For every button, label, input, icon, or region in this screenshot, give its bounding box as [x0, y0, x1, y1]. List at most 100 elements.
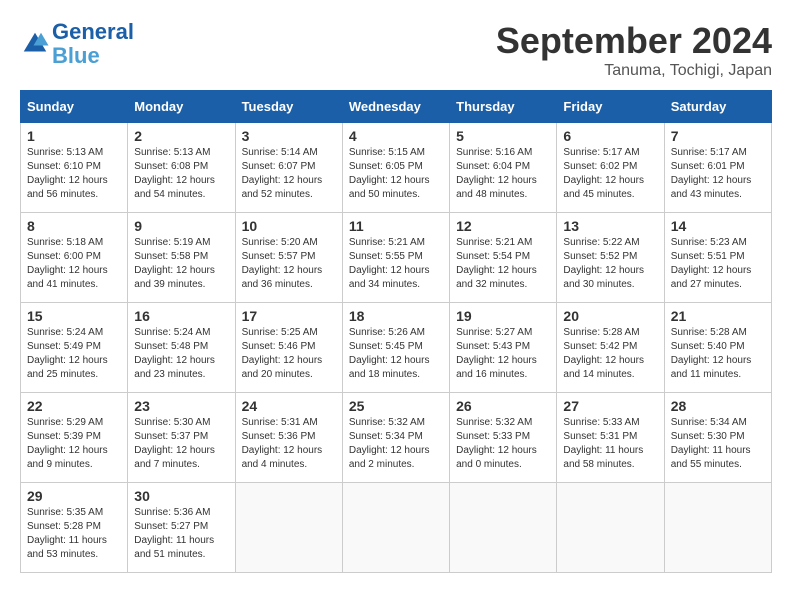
col-wednesday: Wednesday	[342, 91, 449, 123]
table-row: 1 Sunrise: 5:13 AMSunset: 6:10 PMDayligh…	[21, 123, 772, 213]
calendar-cell: 13 Sunrise: 5:22 AMSunset: 5:52 PMDaylig…	[557, 213, 664, 303]
table-row: 22 Sunrise: 5:29 AMSunset: 5:39 PMDaylig…	[21, 393, 772, 483]
calendar-cell: 24 Sunrise: 5:31 AMSunset: 5:36 PMDaylig…	[235, 393, 342, 483]
day-number: 18	[349, 308, 443, 324]
calendar-cell: 16 Sunrise: 5:24 AMSunset: 5:48 PMDaylig…	[128, 303, 235, 393]
day-number: 11	[349, 218, 443, 234]
calendar-cell: 10 Sunrise: 5:20 AMSunset: 5:57 PMDaylig…	[235, 213, 342, 303]
calendar-table: Sunday Monday Tuesday Wednesday Thursday…	[20, 90, 772, 573]
table-row: 8 Sunrise: 5:18 AMSunset: 6:00 PMDayligh…	[21, 213, 772, 303]
day-number: 9	[134, 218, 228, 234]
day-number: 7	[671, 128, 765, 144]
day-info: Sunrise: 5:22 AMSunset: 5:52 PMDaylight:…	[563, 236, 657, 292]
day-number: 22	[27, 398, 121, 414]
calendar-cell: 12 Sunrise: 5:21 AMSunset: 5:54 PMDaylig…	[450, 213, 557, 303]
day-number: 3	[242, 128, 336, 144]
day-info: Sunrise: 5:25 AMSunset: 5:46 PMDaylight:…	[242, 326, 336, 382]
calendar-cell: 26 Sunrise: 5:32 AMSunset: 5:33 PMDaylig…	[450, 393, 557, 483]
day-info: Sunrise: 5:26 AMSunset: 5:45 PMDaylight:…	[349, 326, 443, 382]
day-info: Sunrise: 5:29 AMSunset: 5:39 PMDaylight:…	[27, 416, 121, 472]
day-info: Sunrise: 5:32 AMSunset: 5:33 PMDaylight:…	[456, 416, 550, 472]
calendar-cell: 22 Sunrise: 5:29 AMSunset: 5:39 PMDaylig…	[21, 393, 128, 483]
calendar-header-row: Sunday Monday Tuesday Wednesday Thursday…	[21, 91, 772, 123]
day-info: Sunrise: 5:30 AMSunset: 5:37 PMDaylight:…	[134, 416, 228, 472]
calendar-cell: 14 Sunrise: 5:23 AMSunset: 5:51 PMDaylig…	[664, 213, 771, 303]
calendar-cell: 9 Sunrise: 5:19 AMSunset: 5:58 PMDayligh…	[128, 213, 235, 303]
calendar-cell	[557, 483, 664, 573]
day-info: Sunrise: 5:27 AMSunset: 5:43 PMDaylight:…	[456, 326, 550, 382]
day-number: 8	[27, 218, 121, 234]
day-info: Sunrise: 5:14 AMSunset: 6:07 PMDaylight:…	[242, 146, 336, 202]
day-info: Sunrise: 5:18 AMSunset: 6:00 PMDaylight:…	[27, 236, 121, 292]
calendar-cell: 27 Sunrise: 5:33 AMSunset: 5:31 PMDaylig…	[557, 393, 664, 483]
day-number: 19	[456, 308, 550, 324]
location: Tanuma, Tochigi, Japan	[496, 62, 772, 80]
col-sunday: Sunday	[21, 91, 128, 123]
day-number: 28	[671, 398, 765, 414]
day-number: 5	[456, 128, 550, 144]
day-number: 30	[134, 488, 228, 504]
calendar-cell	[664, 483, 771, 573]
day-number: 25	[349, 398, 443, 414]
day-info: Sunrise: 5:17 AMSunset: 6:01 PMDaylight:…	[671, 146, 765, 202]
day-number: 14	[671, 218, 765, 234]
day-number: 26	[456, 398, 550, 414]
month-title: September 2024	[496, 20, 772, 62]
table-row: 15 Sunrise: 5:24 AMSunset: 5:49 PMDaylig…	[21, 303, 772, 393]
calendar-cell	[450, 483, 557, 573]
day-number: 10	[242, 218, 336, 234]
day-number: 12	[456, 218, 550, 234]
col-tuesday: Tuesday	[235, 91, 342, 123]
calendar-cell: 4 Sunrise: 5:15 AMSunset: 6:05 PMDayligh…	[342, 123, 449, 213]
day-number: 15	[27, 308, 121, 324]
logo-text: GeneralBlue	[52, 20, 134, 68]
day-number: 17	[242, 308, 336, 324]
day-info: Sunrise: 5:28 AMSunset: 5:40 PMDaylight:…	[671, 326, 765, 382]
calendar-cell: 15 Sunrise: 5:24 AMSunset: 5:49 PMDaylig…	[21, 303, 128, 393]
day-info: Sunrise: 5:21 AMSunset: 5:54 PMDaylight:…	[456, 236, 550, 292]
col-friday: Friday	[557, 91, 664, 123]
title-section: September 2024 Tanuma, Tochigi, Japan	[496, 20, 772, 80]
col-thursday: Thursday	[450, 91, 557, 123]
calendar-cell: 28 Sunrise: 5:34 AMSunset: 5:30 PMDaylig…	[664, 393, 771, 483]
calendar-cell: 8 Sunrise: 5:18 AMSunset: 6:00 PMDayligh…	[21, 213, 128, 303]
day-info: Sunrise: 5:33 AMSunset: 5:31 PMDaylight:…	[563, 416, 657, 472]
calendar-cell: 20 Sunrise: 5:28 AMSunset: 5:42 PMDaylig…	[557, 303, 664, 393]
calendar-cell	[342, 483, 449, 573]
day-info: Sunrise: 5:31 AMSunset: 5:36 PMDaylight:…	[242, 416, 336, 472]
calendar-cell: 6 Sunrise: 5:17 AMSunset: 6:02 PMDayligh…	[557, 123, 664, 213]
page-header: GeneralBlue September 2024 Tanuma, Tochi…	[20, 20, 772, 80]
day-info: Sunrise: 5:32 AMSunset: 5:34 PMDaylight:…	[349, 416, 443, 472]
calendar-cell: 7 Sunrise: 5:17 AMSunset: 6:01 PMDayligh…	[664, 123, 771, 213]
calendar-cell: 30 Sunrise: 5:36 AMSunset: 5:27 PMDaylig…	[128, 483, 235, 573]
day-info: Sunrise: 5:24 AMSunset: 5:49 PMDaylight:…	[27, 326, 121, 382]
col-monday: Monday	[128, 91, 235, 123]
day-number: 29	[27, 488, 121, 504]
calendar-cell: 2 Sunrise: 5:13 AMSunset: 6:08 PMDayligh…	[128, 123, 235, 213]
table-row: 29 Sunrise: 5:35 AMSunset: 5:28 PMDaylig…	[21, 483, 772, 573]
day-info: Sunrise: 5:17 AMSunset: 6:02 PMDaylight:…	[563, 146, 657, 202]
calendar-cell: 18 Sunrise: 5:26 AMSunset: 5:45 PMDaylig…	[342, 303, 449, 393]
day-number: 2	[134, 128, 228, 144]
day-number: 4	[349, 128, 443, 144]
day-info: Sunrise: 5:13 AMSunset: 6:08 PMDaylight:…	[134, 146, 228, 202]
calendar-cell: 1 Sunrise: 5:13 AMSunset: 6:10 PMDayligh…	[21, 123, 128, 213]
day-number: 21	[671, 308, 765, 324]
day-number: 24	[242, 398, 336, 414]
day-info: Sunrise: 5:16 AMSunset: 6:04 PMDaylight:…	[456, 146, 550, 202]
day-number: 27	[563, 398, 657, 414]
calendar-cell: 21 Sunrise: 5:28 AMSunset: 5:40 PMDaylig…	[664, 303, 771, 393]
day-info: Sunrise: 5:34 AMSunset: 5:30 PMDaylight:…	[671, 416, 765, 472]
calendar-cell: 19 Sunrise: 5:27 AMSunset: 5:43 PMDaylig…	[450, 303, 557, 393]
day-number: 16	[134, 308, 228, 324]
day-number: 13	[563, 218, 657, 234]
day-info: Sunrise: 5:23 AMSunset: 5:51 PMDaylight:…	[671, 236, 765, 292]
calendar-cell	[235, 483, 342, 573]
day-info: Sunrise: 5:24 AMSunset: 5:48 PMDaylight:…	[134, 326, 228, 382]
day-info: Sunrise: 5:19 AMSunset: 5:58 PMDaylight:…	[134, 236, 228, 292]
day-number: 23	[134, 398, 228, 414]
calendar-cell: 29 Sunrise: 5:35 AMSunset: 5:28 PMDaylig…	[21, 483, 128, 573]
calendar-cell: 17 Sunrise: 5:25 AMSunset: 5:46 PMDaylig…	[235, 303, 342, 393]
logo-icon	[20, 29, 50, 59]
day-info: Sunrise: 5:36 AMSunset: 5:27 PMDaylight:…	[134, 506, 228, 562]
